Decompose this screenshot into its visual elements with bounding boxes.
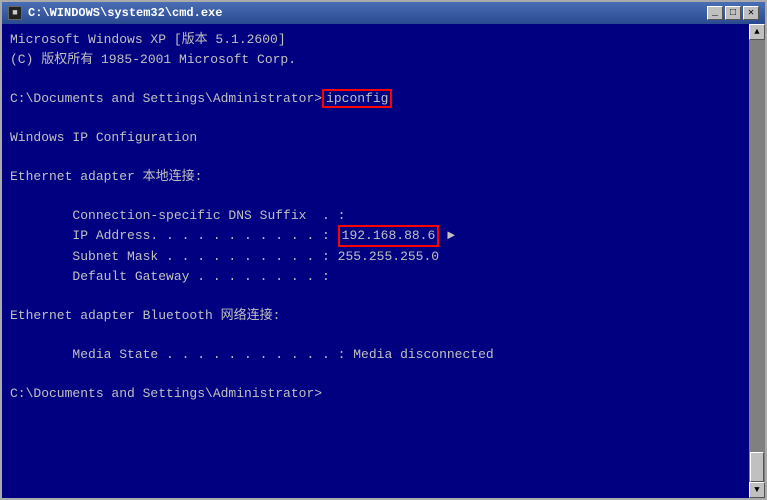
scroll-up-button[interactable]: ▲ [749,24,765,40]
maximize-button[interactable]: □ [725,6,741,20]
output-line-2: (C) 版权所有 1985-2001 Microsoft Corp. [10,50,741,70]
output-line-7 [10,147,741,167]
scroll-down-button[interactable]: ▼ [749,482,765,498]
cmd-window: ■ C:\WINDOWS\system32\cmd.exe _ □ ✕ Micr… [0,0,767,500]
output-line-17: Media State . . . . . . . . . . . : Medi… [10,345,741,365]
output-line-9 [10,186,741,206]
output-line-15: Ethernet adapter Bluetooth 网络连接: [10,306,741,326]
output-line-5 [10,108,741,128]
content-area: Microsoft Windows XP [版本 5.1.2600] (C) 版… [2,24,765,498]
output-line-11: IP Address. . . . . . . . . . . : 192.16… [10,225,741,247]
output-line-13: Default Gateway . . . . . . . . : [10,267,741,287]
scroll-track[interactable] [749,40,765,482]
ip-label: IP Address. . . . . . . . . . . : [10,228,338,243]
ip-address-value: 192.168.88.6 [338,225,440,247]
cursor-indicator: ► [439,228,455,243]
scroll-thumb[interactable] [750,452,764,482]
output-line-10: Connection-specific DNS Suffix . : [10,206,741,226]
output-line-19: C:\Documents and Settings\Administrator> [10,384,741,404]
output-line-6: Windows IP Configuration [10,128,741,148]
close-button[interactable]: ✕ [743,6,759,20]
output-line-8: Ethernet adapter 本地连接: [10,167,741,187]
output-line-4: C:\Documents and Settings\Administrator>… [10,89,741,109]
title-bar: ■ C:\WINDOWS\system32\cmd.exe _ □ ✕ [2,2,765,24]
window-title: C:\WINDOWS\system32\cmd.exe [28,6,222,20]
title-bar-left: ■ C:\WINDOWS\system32\cmd.exe [8,6,222,20]
window-icon: ■ [8,6,22,20]
minimize-button[interactable]: _ [707,6,723,20]
scrollbar: ▲ ▼ [749,24,765,498]
output-line-12: Subnet Mask . . . . . . . . . . : 255.25… [10,247,741,267]
terminal-output[interactable]: Microsoft Windows XP [版本 5.1.2600] (C) 版… [2,24,749,498]
ipconfig-command: ipconfig [322,89,392,108]
window-controls: _ □ ✕ [707,6,759,20]
output-line-18 [10,364,741,384]
output-line-3 [10,69,741,89]
output-line-16 [10,325,741,345]
output-line-1: Microsoft Windows XP [版本 5.1.2600] [10,30,741,50]
output-line-14 [10,286,741,306]
prompt-1: C:\Documents and Settings\Administrator> [10,91,322,106]
